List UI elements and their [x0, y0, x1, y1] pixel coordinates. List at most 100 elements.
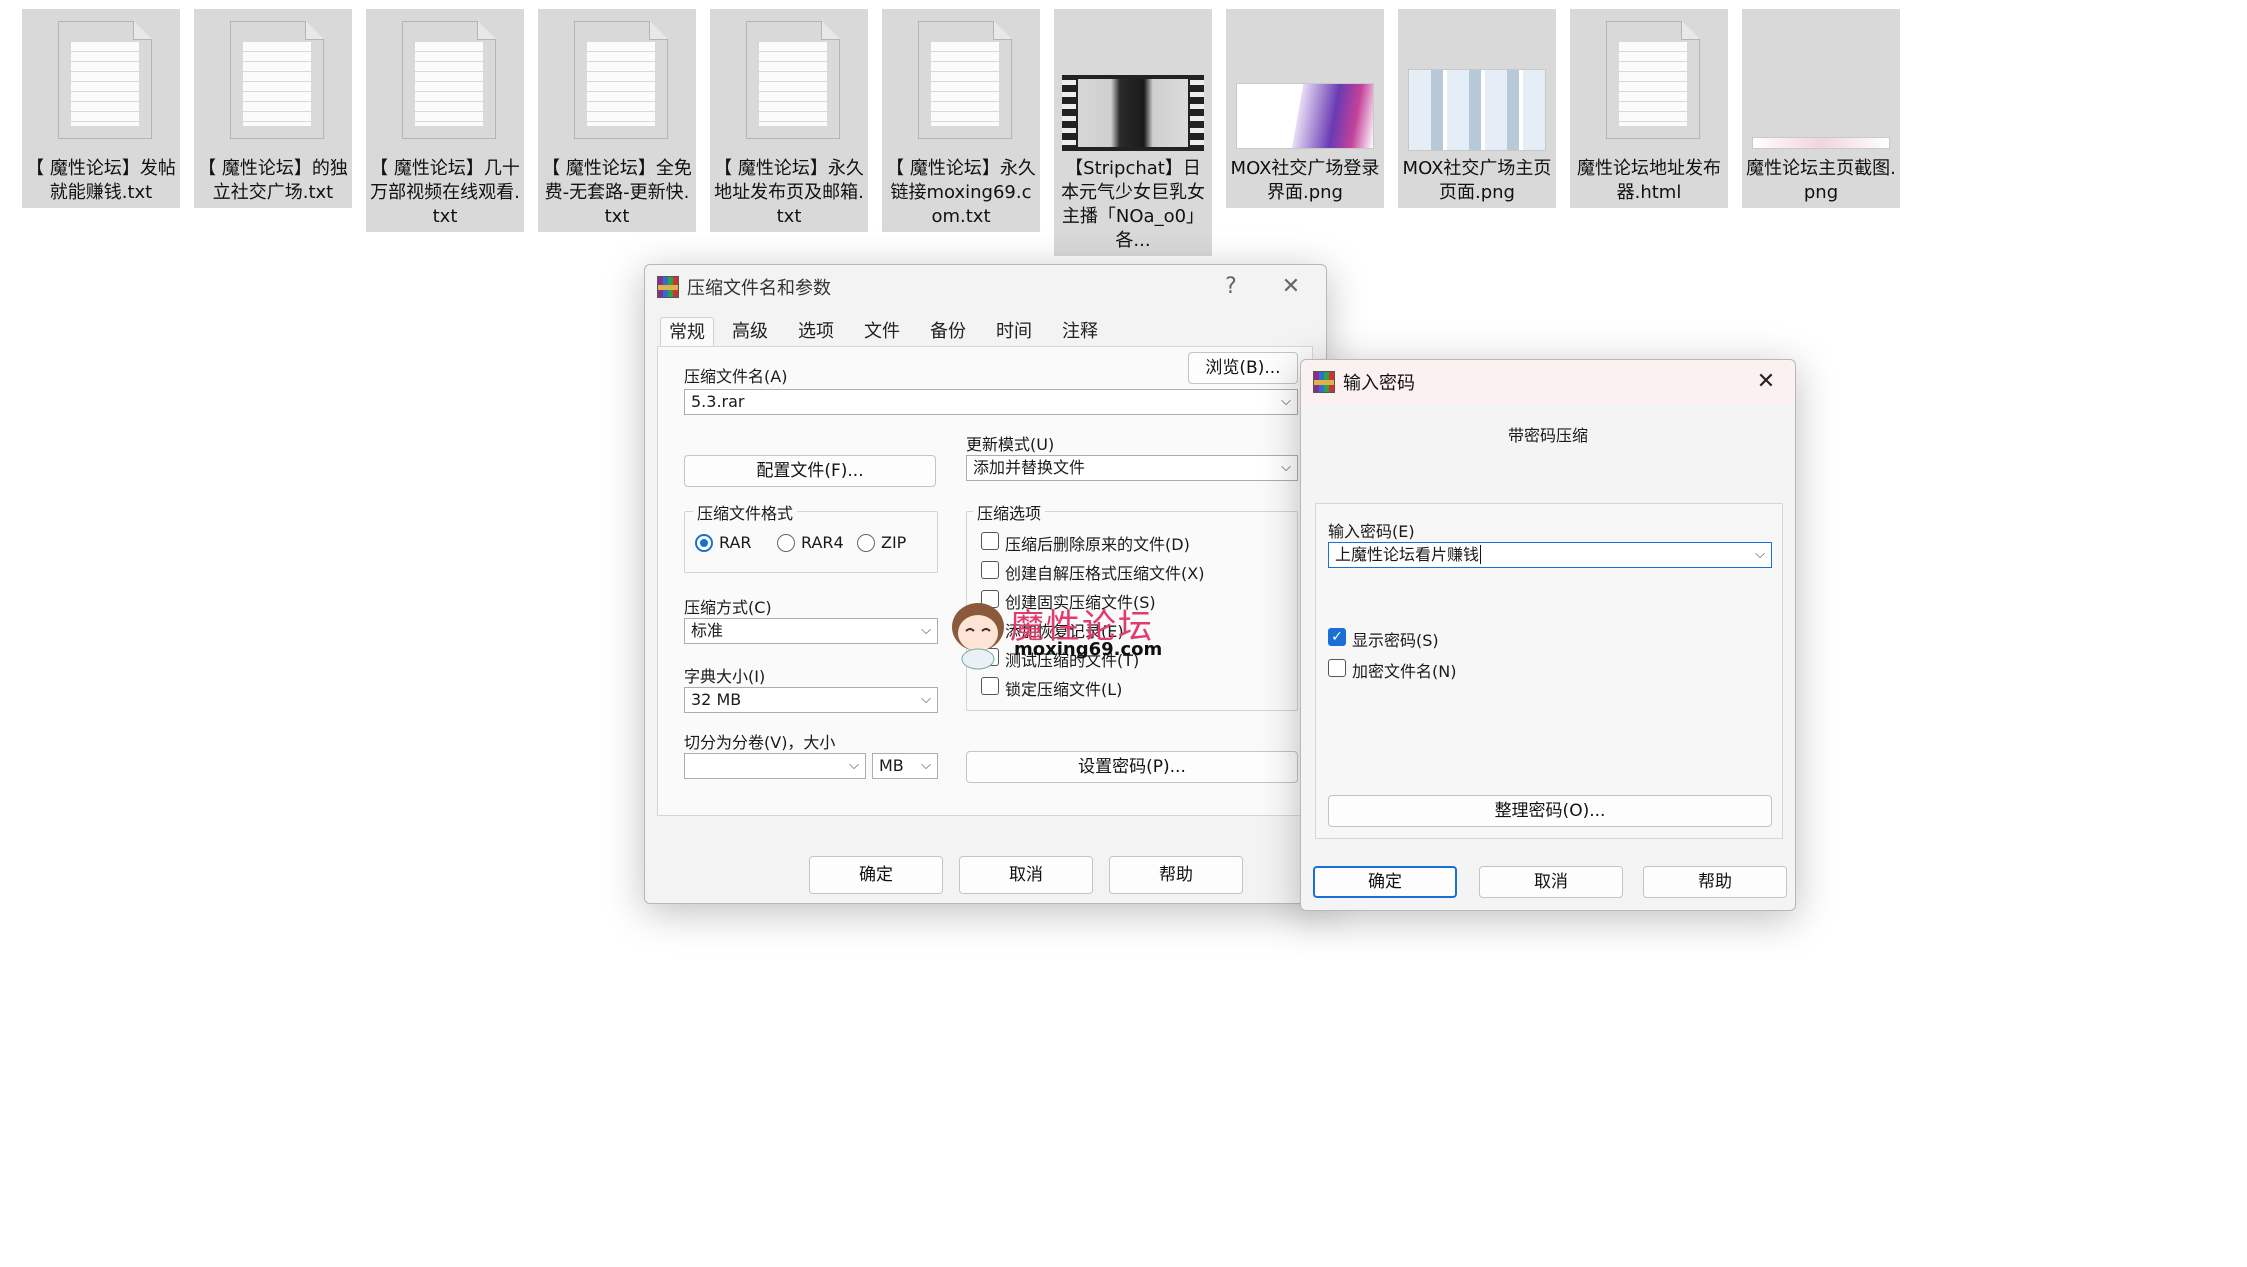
image-thumbnail: [1226, 9, 1384, 155]
encrypt-names-label: 加密文件名(N): [1352, 662, 1457, 681]
file-tile[interactable]: 【 魔性论坛】永久地址发布页及邮箱.txt: [710, 9, 868, 232]
file-tile[interactable]: 【 魔性论坛】的独立社交广场.txt: [194, 9, 352, 208]
update-mode-value: 添加并替换文件: [973, 458, 1086, 477]
file-label: 【 魔性论坛】永久链接moxing69.com.txt: [886, 158, 1036, 227]
file-tile[interactable]: 魔性论坛主页截图.png: [1742, 9, 1900, 208]
title-bar: 压缩文件名和参数 ? ✕: [645, 265, 1326, 309]
split-unit-select[interactable]: MB ⌵: [872, 753, 938, 779]
watermark-logo: [948, 599, 1008, 671]
sfx-checkbox[interactable]: [981, 561, 999, 579]
file-tile[interactable]: MOX社交广场登录界面.png: [1226, 9, 1384, 208]
options-group-label: 压缩选项: [973, 500, 1046, 524]
chevron-down-icon: ⌵: [1281, 394, 1291, 409]
watermark-url: moxing69.com: [1014, 639, 1163, 660]
split-volume-select[interactable]: ⌵: [684, 753, 866, 779]
video-thumbnail: [1054, 9, 1212, 155]
cancel-button[interactable]: 取消: [959, 856, 1093, 894]
help-button[interactable]: 帮助: [1643, 866, 1787, 898]
winrar-icon: [1313, 371, 1335, 393]
zip-radio[interactable]: [857, 534, 875, 552]
file-tile[interactable]: 【 魔性论坛】几十万部视频在线观看.txt: [366, 9, 524, 232]
tab-backup[interactable]: 备份: [923, 317, 973, 347]
rar4-radio[interactable]: [777, 534, 795, 552]
text-file-icon: [22, 9, 180, 155]
chevron-down-icon: ⌵: [921, 692, 931, 707]
ok-button[interactable]: 确定: [809, 856, 943, 894]
method-select[interactable]: 标准 ⌵: [684, 618, 938, 644]
file-tile[interactable]: 【 魔性论坛】发帖就能赚钱.txt: [22, 9, 180, 208]
password-value: 上魔性论坛看片赚钱: [1335, 545, 1480, 564]
show-password-checkbox[interactable]: ✓: [1328, 628, 1346, 646]
format-group-label: 压缩文件格式: [693, 500, 798, 524]
tab-general[interactable]: 常规: [660, 317, 714, 348]
file-tile[interactable]: 【 魔性论坛】全免费-无套路-更新快.txt: [538, 9, 696, 232]
rar4-label: RAR4: [801, 533, 844, 552]
tab-files[interactable]: 文件: [857, 317, 907, 347]
file-tile[interactable]: MOX社交广场主页页面.png: [1398, 9, 1556, 208]
title-bar: 输入密码 ✕: [1301, 360, 1795, 404]
chevron-down-icon: ⌵: [921, 758, 931, 773]
text-file-icon: [882, 9, 1040, 155]
dictionary-label: 字典大小(I): [684, 667, 766, 686]
file-tile[interactable]: 【Stripchat】日本元气少女巨乳女主播「NOa_o0」各...: [1054, 9, 1212, 256]
method-value: 标准: [691, 621, 724, 640]
password-label: 输入密码(E): [1328, 522, 1415, 541]
split-unit-value: MB: [879, 756, 904, 775]
winrar-icon: [657, 276, 679, 298]
ok-button[interactable]: 确定: [1313, 866, 1457, 898]
file-label: 【 魔性论坛】全免费-无套路-更新快.txt: [542, 158, 692, 227]
dialog-title: 输入密码: [1343, 373, 1415, 394]
option-label: 创建自解压格式压缩文件(X): [1005, 564, 1205, 583]
update-mode-select[interactable]: 添加并替换文件 ⌵: [966, 455, 1298, 481]
profiles-button[interactable]: 配置文件(F)...: [684, 455, 936, 487]
password-panel: 输入密码(E) 上魔性论坛看片赚钱 ⌵ ✓ 显示密码(S) 加密文件名(N) 整…: [1315, 503, 1783, 839]
close-icon[interactable]: ✕: [1274, 271, 1308, 303]
organize-passwords-button[interactable]: 整理密码(O)...: [1328, 795, 1772, 827]
image-thumbnail: [1398, 9, 1556, 155]
tab-time[interactable]: 时间: [989, 317, 1039, 347]
update-mode-label: 更新模式(U): [966, 435, 1055, 454]
split-volume-label: 切分为分卷(V)，大小: [684, 733, 836, 752]
file-tile[interactable]: 魔性论坛地址发布器.html: [1570, 9, 1728, 208]
text-file-icon: [366, 9, 524, 155]
method-label: 压缩方式(C): [684, 598, 772, 617]
file-label: MOX社交广场登录界面.png: [1230, 158, 1380, 203]
tab-options[interactable]: 选项: [791, 317, 841, 347]
archive-name-field[interactable]: 5.3.rar ⌵: [684, 389, 1298, 415]
text-file-icon: [194, 9, 352, 155]
file-label: 【 魔性论坛】的独立社交广场.txt: [198, 158, 348, 203]
file-label: 魔性论坛地址发布器.html: [1577, 158, 1721, 203]
tab-comment[interactable]: 注释: [1055, 317, 1105, 347]
show-password-label: 显示密码(S): [1352, 631, 1439, 650]
rar-radio[interactable]: [695, 534, 713, 552]
file-label: MOX社交广场主页页面.png: [1402, 158, 1552, 203]
file-label: 【 魔性论坛】发帖就能赚钱.txt: [26, 158, 176, 203]
chevron-down-icon: ⌵: [921, 623, 931, 638]
encrypt-names-checkbox[interactable]: [1328, 659, 1346, 677]
rar-label: RAR: [719, 533, 752, 552]
set-password-button[interactable]: 设置密码(P)...: [966, 751, 1298, 783]
text-file-icon: [710, 9, 868, 155]
browse-button[interactable]: 浏览(B)...: [1188, 352, 1298, 384]
text-file-icon: [538, 9, 696, 155]
option-label: 锁定压缩文件(L): [1005, 680, 1123, 699]
close-icon[interactable]: ✕: [1749, 366, 1783, 398]
html-file-icon: [1570, 9, 1728, 155]
file-tile[interactable]: 【 魔性论坛】永久链接moxing69.com.txt: [882, 9, 1040, 232]
lock-archive-checkbox[interactable]: [981, 677, 999, 695]
archive-name-value: 5.3.rar: [691, 392, 745, 411]
file-label: 【 魔性论坛】几十万部视频在线观看.txt: [370, 158, 520, 227]
option-label: 压缩后删除原来的文件(D): [1005, 535, 1190, 554]
enter-password-dialog: 输入密码 ✕ 带密码压缩 输入密码(E) 上魔性论坛看片赚钱 ⌵ ✓ 显示密码(…: [1300, 359, 1796, 911]
file-label: 【 魔性论坛】永久地址发布页及邮箱.txt: [714, 158, 864, 227]
password-input[interactable]: 上魔性论坛看片赚钱 ⌵: [1328, 542, 1772, 568]
image-thumbnail: [1742, 9, 1900, 155]
archive-name-label: 压缩文件名(A): [684, 367, 788, 386]
help-icon[interactable]: ?: [1214, 271, 1248, 303]
delete-after-checkbox[interactable]: [981, 532, 999, 550]
tab-advanced[interactable]: 高级: [725, 317, 775, 347]
help-button[interactable]: 帮助: [1109, 856, 1243, 894]
cancel-button[interactable]: 取消: [1479, 866, 1623, 898]
chevron-down-icon: ⌵: [1755, 547, 1765, 562]
dictionary-select[interactable]: 32 MB ⌵: [684, 687, 938, 713]
